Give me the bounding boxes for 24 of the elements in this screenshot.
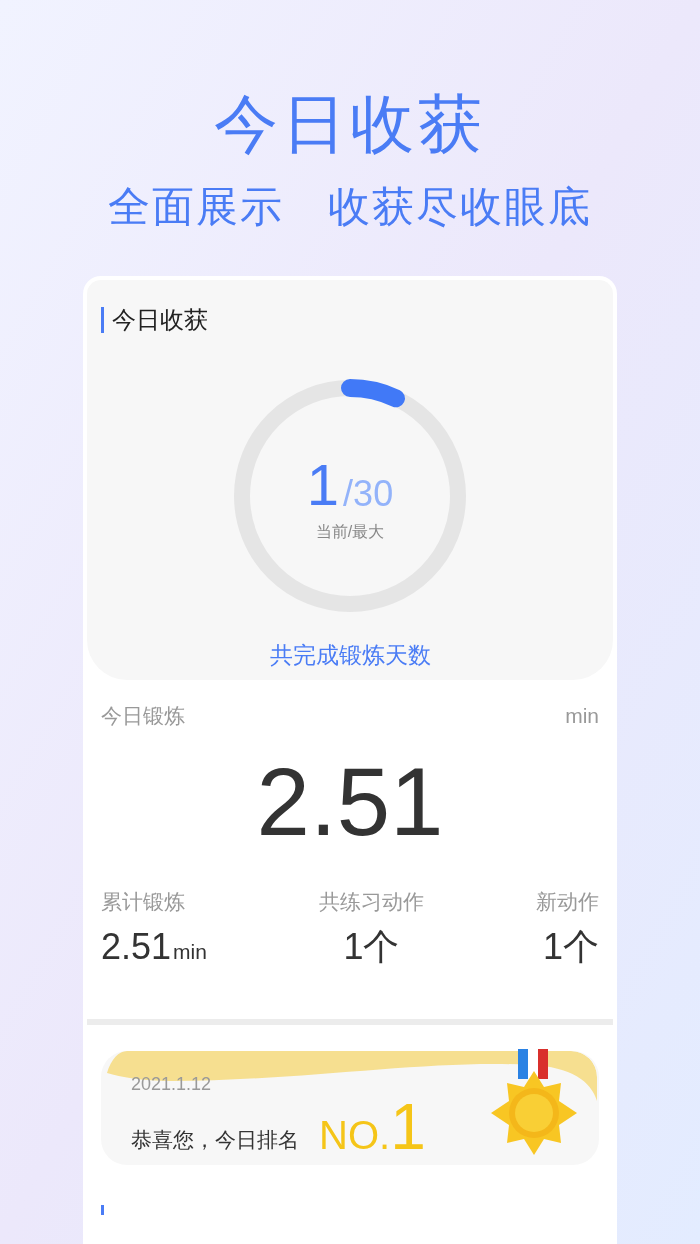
stat-value: 2.51 [101,925,172,969]
stat-unit: min [173,939,207,965]
rank-date: 2021.1.12 [131,1073,213,1095]
progress-arc [341,379,405,408]
stat-value: 1个 [542,925,599,969]
rank-number: NO.1 [319,1095,426,1159]
stat-value: 1个 [343,925,400,969]
subheadline: 收获尽收眼底 [328,182,592,232]
max-count: /30 [343,474,394,514]
stat-label: 共练习动作 [318,888,424,915]
headline: 今日收获 [214,87,486,162]
section-marker [101,307,104,333]
stat-label: 新动作 [536,888,599,915]
stat-label: 累计锻炼 [101,888,185,915]
card-title: 今日收获 [112,305,208,335]
ring-caption: 当前/最大 [315,522,385,542]
section-marker [101,1205,104,1215]
current-count: 1 [306,456,340,514]
ring-footer: 共完成锻炼天数 [269,638,431,673]
unit-label: min [565,703,599,729]
today-label: 今日锻炼 [101,703,185,729]
subheadline: 全面展示 [108,182,284,232]
today-value: 2.51 [256,751,444,852]
rank-message: 恭喜您，今日排名 [131,1127,299,1153]
